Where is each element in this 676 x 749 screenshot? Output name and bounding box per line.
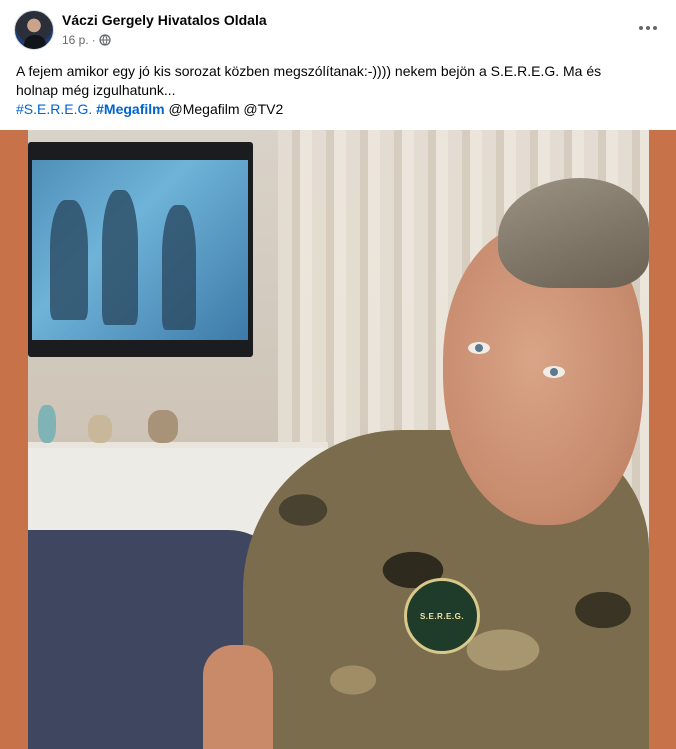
globe-icon[interactable]: [99, 34, 111, 46]
post-tags: #S.E.R.E.G. #Megafilm @Megafilm @TV2: [16, 100, 283, 119]
hashtag-sereg[interactable]: #S.E.R.E.G.: [16, 101, 92, 117]
post-header: Váczi Gergely Hivatalos Oldala 16 p. ·: [0, 0, 676, 56]
tv-figure: [102, 190, 138, 325]
mention-megafilm[interactable]: @Megafilm: [169, 101, 240, 117]
post-text-line: A fejem amikor egy jó kis sorozat közben…: [16, 63, 602, 79]
more-horizontal-icon[interactable]: [636, 18, 660, 38]
mention-tv2[interactable]: @TV2: [243, 101, 283, 117]
author-name[interactable]: Váczi Gergely Hivatalos Oldala: [62, 12, 267, 28]
vase: [38, 405, 56, 443]
meta-separator: ·: [91, 33, 96, 47]
decoration: [88, 415, 112, 443]
post-photo[interactable]: S.E.R.E.G.: [28, 130, 649, 749]
hashtag-megafilm[interactable]: #Megafilm: [96, 101, 164, 117]
post-meta: 16 p. ·: [62, 33, 111, 47]
post-time[interactable]: 16 p.: [62, 33, 89, 47]
tv-screen: [32, 160, 248, 340]
sereg-badge: S.E.R.E.G.: [404, 578, 480, 654]
decoration: [148, 410, 178, 443]
post-photo-frame[interactable]: S.E.R.E.G.: [0, 130, 676, 749]
right-eye: [543, 366, 565, 378]
left-eye: [468, 342, 490, 354]
hand: [203, 645, 273, 749]
tv-figure: [50, 200, 88, 320]
badge-text: S.E.R.E.G.: [419, 611, 465, 621]
post-text: A fejem amikor egy jó kis sorozat közben…: [16, 62, 656, 100]
post-text-line: holnap még izgulhatunk...: [16, 82, 176, 98]
author-avatar[interactable]: [14, 10, 54, 50]
television: [28, 142, 253, 357]
tv-figure: [162, 205, 196, 330]
